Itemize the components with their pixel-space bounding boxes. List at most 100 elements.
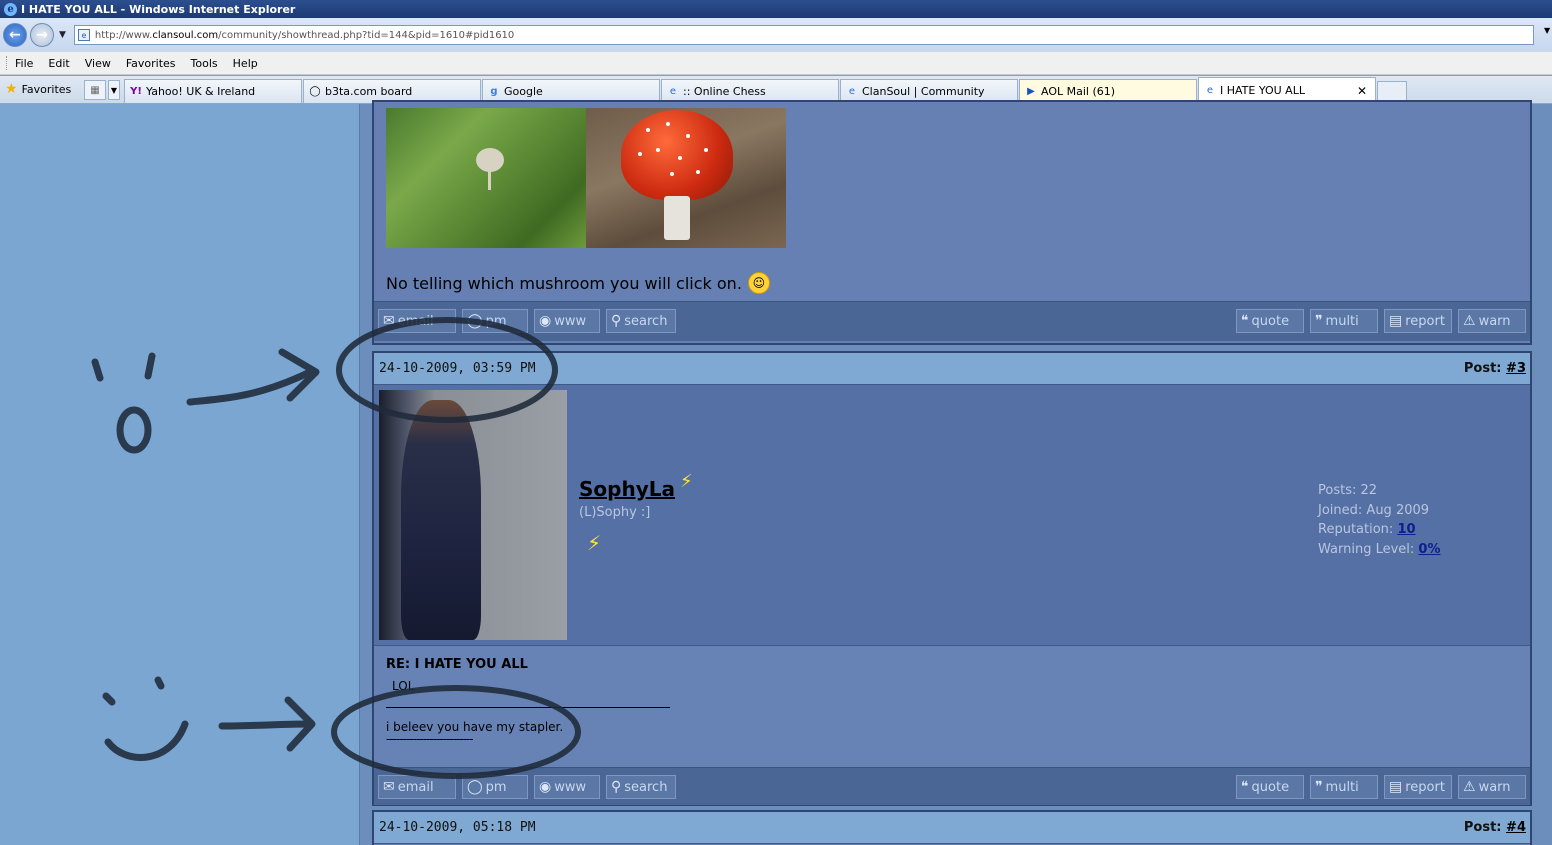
stat-posts: Posts: 22 (1318, 481, 1441, 501)
email-button[interactable]: ✉ email (378, 775, 456, 799)
search-button[interactable]: ⚲ search (606, 309, 676, 333)
menu-edit[interactable]: Edit (48, 57, 69, 70)
post-message: No telling which mushroom you will click… (386, 272, 770, 294)
back-button[interactable]: ← (3, 23, 27, 47)
menu-favorites[interactable]: Favorites (126, 57, 176, 70)
quote-icon: ❝ (1241, 313, 1249, 329)
quote-icon: ❝ (1241, 779, 1249, 795)
www-button[interactable]: ◉ www (534, 775, 600, 799)
ie-page-icon: e (1206, 85, 1214, 96)
multi-label: multi (1325, 779, 1359, 795)
email-label: email (397, 313, 434, 329)
search-label: search (624, 779, 668, 795)
warning-level-link[interactable]: 0% (1418, 542, 1440, 557)
mushroom-image-red[interactable] (586, 108, 786, 248)
pm-button[interactable]: ◯ pm (462, 775, 528, 799)
page-icon: e (77, 29, 90, 41)
tab-label: :: Online Chess (683, 85, 766, 98)
menu-grip (6, 56, 9, 70)
stat-value: 22 (1360, 483, 1378, 498)
reputation-link[interactable]: 10 (1397, 522, 1415, 537)
search-button[interactable]: ⚲ search (606, 775, 676, 799)
cap-spot (666, 122, 670, 126)
report-button[interactable]: ▤ report (1384, 309, 1452, 333)
post-3: 24-10-2009, 03:59 PM Post: #3 SophyLa ⚡ … (372, 351, 1532, 806)
post-datetime: 24-10-2009, 05:18 PM (379, 820, 536, 835)
post-number-link[interactable]: #3 (1506, 361, 1526, 376)
tab-label: b3ta.com board (325, 85, 413, 98)
close-tab-icon[interactable]: ✕ (1357, 84, 1367, 98)
quote-button[interactable]: ❝ quote (1236, 775, 1304, 799)
cap-spot (638, 152, 642, 156)
username-link[interactable]: SophyLa (579, 477, 675, 501)
tab-list-dropdown-icon[interactable]: ▼ (108, 80, 120, 100)
menu-help[interactable]: Help (233, 57, 258, 70)
stat-label: Posts: (1318, 483, 1357, 498)
post-header: 24-10-2009, 05:18 PM Post: #4 (374, 812, 1530, 844)
cap-spot (670, 172, 674, 176)
address-dropdown-icon[interactable]: ▼ (1544, 26, 1552, 44)
url-prefix: http://www. (94, 29, 153, 41)
post-action-bar: ✉ email ◯ pm ◉ www ⚲ search ❝ quote ❞ multi ▤ r… (374, 301, 1530, 341)
avatar-figure (401, 400, 481, 640)
multi-quote-button[interactable]: ❞ multi (1310, 309, 1378, 333)
pm-label: pm (485, 779, 507, 795)
ie-logo-icon: e (4, 2, 17, 16)
tab-label: ClanSoul | Community (862, 85, 985, 98)
www-button[interactable]: ◉ www (534, 309, 600, 333)
post-action-bar: ✉ email ◯ pm ◉ www ⚲ search ❝ quote ❞ multi ▤ r… (374, 767, 1530, 805)
user-stats: Posts: 22 Joined: Aug 2009 Reputation: 1… (1318, 481, 1441, 559)
post-datetime: 24-10-2009, 03:59 PM (379, 361, 536, 376)
url-suffix: /community/showthread.php?tid=144&pid=16… (218, 29, 515, 41)
stat-reputation: Reputation: 10 (1318, 520, 1441, 540)
tab-label: Yahoo! UK & Ireland (146, 85, 256, 98)
warn-label: warn (1478, 313, 1511, 329)
search-icon: ⚲ (611, 313, 622, 329)
address-input[interactable]: e http://www.clansoul.com/community/show… (73, 25, 1534, 45)
favorites-button[interactable]: ★ Favorites (0, 75, 84, 103)
quote-button[interactable]: ❝ quote (1236, 309, 1304, 333)
cap-spot (646, 128, 650, 132)
aol-icon: ▶ (1027, 86, 1035, 97)
tab-yahoo[interactable]: Y! Yahoo! UK & Ireland (124, 79, 302, 103)
mushroom-image-small[interactable] (386, 108, 586, 248)
post-number: Post: #4 (1464, 820, 1526, 835)
menu-file[interactable]: File (15, 57, 33, 70)
post-subject: RE: I HATE YOU ALL (386, 657, 528, 672)
menu-view[interactable]: View (85, 57, 111, 70)
post-number-link[interactable]: #4 (1506, 820, 1526, 835)
window-titlebar: e I HATE YOU ALL - Windows Internet Expl… (0, 0, 1552, 18)
multi-quote-button[interactable]: ❞ multi (1310, 775, 1378, 799)
cap-spot (686, 134, 690, 138)
multi-label: multi (1325, 313, 1359, 329)
stat-label: Reputation: (1318, 522, 1394, 537)
warn-button[interactable]: ⚠ warn (1458, 775, 1526, 799)
cap-spot (696, 170, 700, 174)
smiley-icon: ☺ (747, 272, 770, 294)
multi-quote-icon: ❞ (1315, 779, 1323, 795)
multi-quote-icon: ❞ (1315, 313, 1323, 329)
user-title: (L)Sophy :] (579, 505, 651, 520)
cap-spot (704, 148, 708, 152)
post-header: 24-10-2009, 03:59 PM Post: #3 (374, 353, 1530, 385)
document-icon: ▤ (1389, 313, 1403, 329)
speech-bubble-icon: ◯ (467, 313, 483, 329)
favorites-label: Favorites (21, 82, 72, 96)
pm-button[interactable]: ◯ pm (462, 309, 528, 333)
stat-joined: Joined: Aug 2009 (1318, 501, 1441, 521)
report-button[interactable]: ▤ report (1384, 775, 1452, 799)
avatar[interactable] (379, 390, 567, 640)
history-dropdown-icon[interactable]: ▼ (59, 30, 66, 40)
email-button[interactable]: ✉ email (378, 309, 456, 333)
globe-icon: ◉ (539, 779, 552, 795)
forward-button[interactable]: → (30, 23, 54, 47)
menu-tools[interactable]: Tools (191, 57, 218, 70)
cap-spot (678, 156, 682, 160)
post-number-label: Post: (1463, 820, 1502, 835)
yahoo-icon: Y! (130, 86, 142, 97)
post-number: Post: #3 (1464, 361, 1526, 376)
post-message: LOL (392, 679, 415, 693)
envelope-icon: ✉ (383, 313, 395, 329)
quick-tabs-icon[interactable]: ▦ (84, 80, 106, 100)
warn-button[interactable]: ⚠ warn (1458, 309, 1526, 333)
